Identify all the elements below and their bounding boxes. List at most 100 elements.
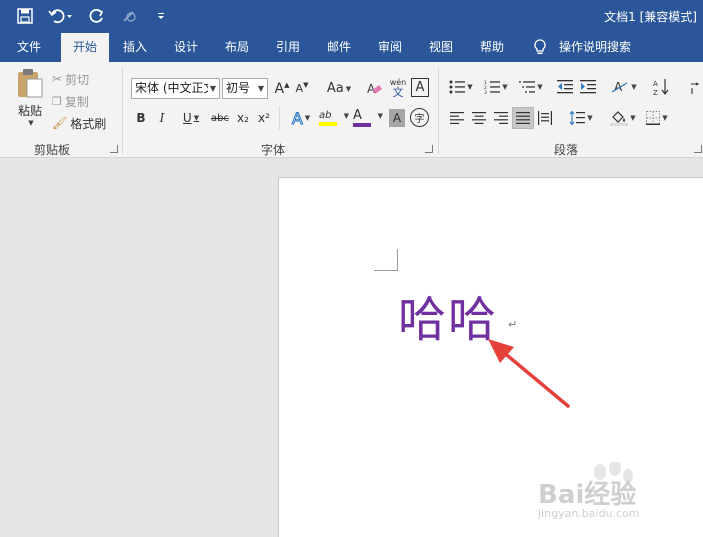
save-button[interactable] [14,5,36,27]
align-center-icon [472,112,486,124]
paint-bucket-icon [610,111,628,126]
decrease-indent-button[interactable] [555,76,575,98]
italic-button[interactable]: I [154,108,170,128]
grow-font-icon: A [274,80,285,97]
tab-insert[interactable]: 插入 [115,33,155,62]
align-right-button[interactable] [492,107,510,129]
chevron-down-icon: ▼ [587,114,593,122]
text-effects-icon: A [291,108,303,128]
undo-icon [48,9,72,24]
shrink-font-button[interactable]: A ▼ [293,78,311,99]
multilevel-list-button[interactable]: ▼ [516,76,546,98]
paste-button[interactable]: 粘贴 ▼ [12,68,48,134]
phonetic-guide-button[interactable]: wén 文 [387,76,409,100]
svg-text:3: 3 [484,90,487,94]
justify-button[interactable] [512,107,534,129]
paragraph-launcher-icon[interactable] [694,145,702,153]
italic-label: I [159,111,165,125]
grow-caret-icon: ▲ [284,80,290,89]
quick-access-toolbar [14,5,172,27]
tab-review[interactable]: 审阅 [370,33,410,62]
subscript-button[interactable]: x₂ [234,108,252,128]
enclose-characters-button[interactable]: 字 [410,108,429,127]
paragraph-mark: ↵ [508,318,518,331]
cut-label: 剪切 [65,72,90,87]
font-color-icon: A [353,108,362,123]
character-border-label: A [415,80,425,95]
bold-button[interactable]: B [133,108,149,128]
svg-text:A: A [614,80,623,94]
character-shading-label: A [392,111,402,125]
chevron-down-icon: ▼ [630,114,636,122]
underline-button[interactable]: U ▼ [175,108,207,128]
align-right-icon [494,112,508,124]
chevron-down-icon: ▼ [377,112,383,120]
tell-me-search[interactable]: 操作说明搜索 [551,33,639,62]
tab-help[interactable]: 帮助 [472,33,512,62]
text-effects-button[interactable]: A ▼ [285,107,317,129]
character-border-button[interactable]: A [411,78,429,97]
clear-formatting-button[interactable]: A [364,78,384,99]
touch-pen-icon [123,11,136,22]
text-direction-icon: A [611,80,628,94]
numbering-button[interactable]: 1 2 3 ▼ [481,76,511,98]
customize-qat-button[interactable] [150,5,172,27]
font-group-label: 字体 [261,143,286,157]
highlight-button[interactable]: ab ▼ [319,107,351,129]
tab-view[interactable]: 视图 [421,33,461,62]
borders-button[interactable]: ▼ [642,107,672,129]
annotation-arrow [488,339,570,408]
text-direction-button[interactable]: A ▼ [609,76,639,98]
increase-indent-icon [580,80,596,94]
superscript-button[interactable]: x² [255,108,273,128]
grow-font-button[interactable]: A ▲ [273,78,291,99]
change-case-button[interactable]: Aa ▼ [323,78,355,99]
increase-indent-button[interactable] [578,76,598,98]
font-size-combo[interactable]: 初号 ▼ [222,78,268,99]
format-painter-button[interactable]: 🖌 格式刷 [52,114,106,132]
group-separator [279,106,280,130]
strikethrough-label: abc [211,112,229,124]
tab-layout[interactable]: 布局 [217,33,257,62]
copy-button[interactable]: ❐ 复制 [52,92,89,110]
font-color-button[interactable]: A ▼ [353,107,385,129]
align-center-button[interactable] [470,107,488,129]
justify-icon [516,112,530,124]
tab-design[interactable]: 设计 [166,33,206,62]
align-left-button[interactable] [448,107,466,129]
tab-home[interactable]: 开始 [61,33,109,62]
chevron-down-icon [158,13,164,19]
eraser-icon: A [367,82,382,96]
shrink-caret-icon: ▼ [303,80,309,89]
font-name-combo[interactable]: 宋体 (中文正文 ▼ [131,78,220,99]
svg-text:Z: Z [653,89,658,96]
tab-references[interactable]: 引用 [268,33,308,62]
strikethrough-button[interactable]: abc [209,108,231,128]
touch-mode-button[interactable] [118,5,140,27]
cut-button[interactable]: ✂ 剪切 [52,70,89,88]
paragraph-shading-button[interactable]: ▼ [607,107,639,129]
bullets-button[interactable]: ▼ [446,76,476,98]
paste-dropdown-icon: ▼ [28,119,34,127]
copy-icon: ❐ [52,94,62,108]
chevron-down-icon: ▼ [502,83,508,91]
sort-az-icon: AZ [653,79,669,96]
distributed-button[interactable] [536,107,554,129]
margin-corner-mark [374,249,398,271]
redo-button[interactable] [86,5,108,27]
character-shading-button[interactable]: A [389,109,405,127]
tab-mailings[interactable]: 邮件 [319,33,359,62]
line-spacing-button[interactable]: ▼ [566,107,596,129]
enclose-characters-label: 字 [414,114,425,125]
undo-button[interactable] [46,5,76,27]
clipboard-launcher-icon[interactable] [110,145,118,153]
distributed-icon [538,111,552,125]
sort-button[interactable]: AZ [652,76,670,98]
tab-file[interactable]: 文件 [9,33,49,62]
show-formatting-button[interactable] [686,76,702,98]
chevron-down-icon: ▼ [537,83,543,91]
chevron-down-icon: ▼ [304,114,311,122]
watermark-brand: Bai经验 [538,480,637,510]
font-launcher-icon[interactable] [425,145,433,153]
group-separator [438,68,439,154]
